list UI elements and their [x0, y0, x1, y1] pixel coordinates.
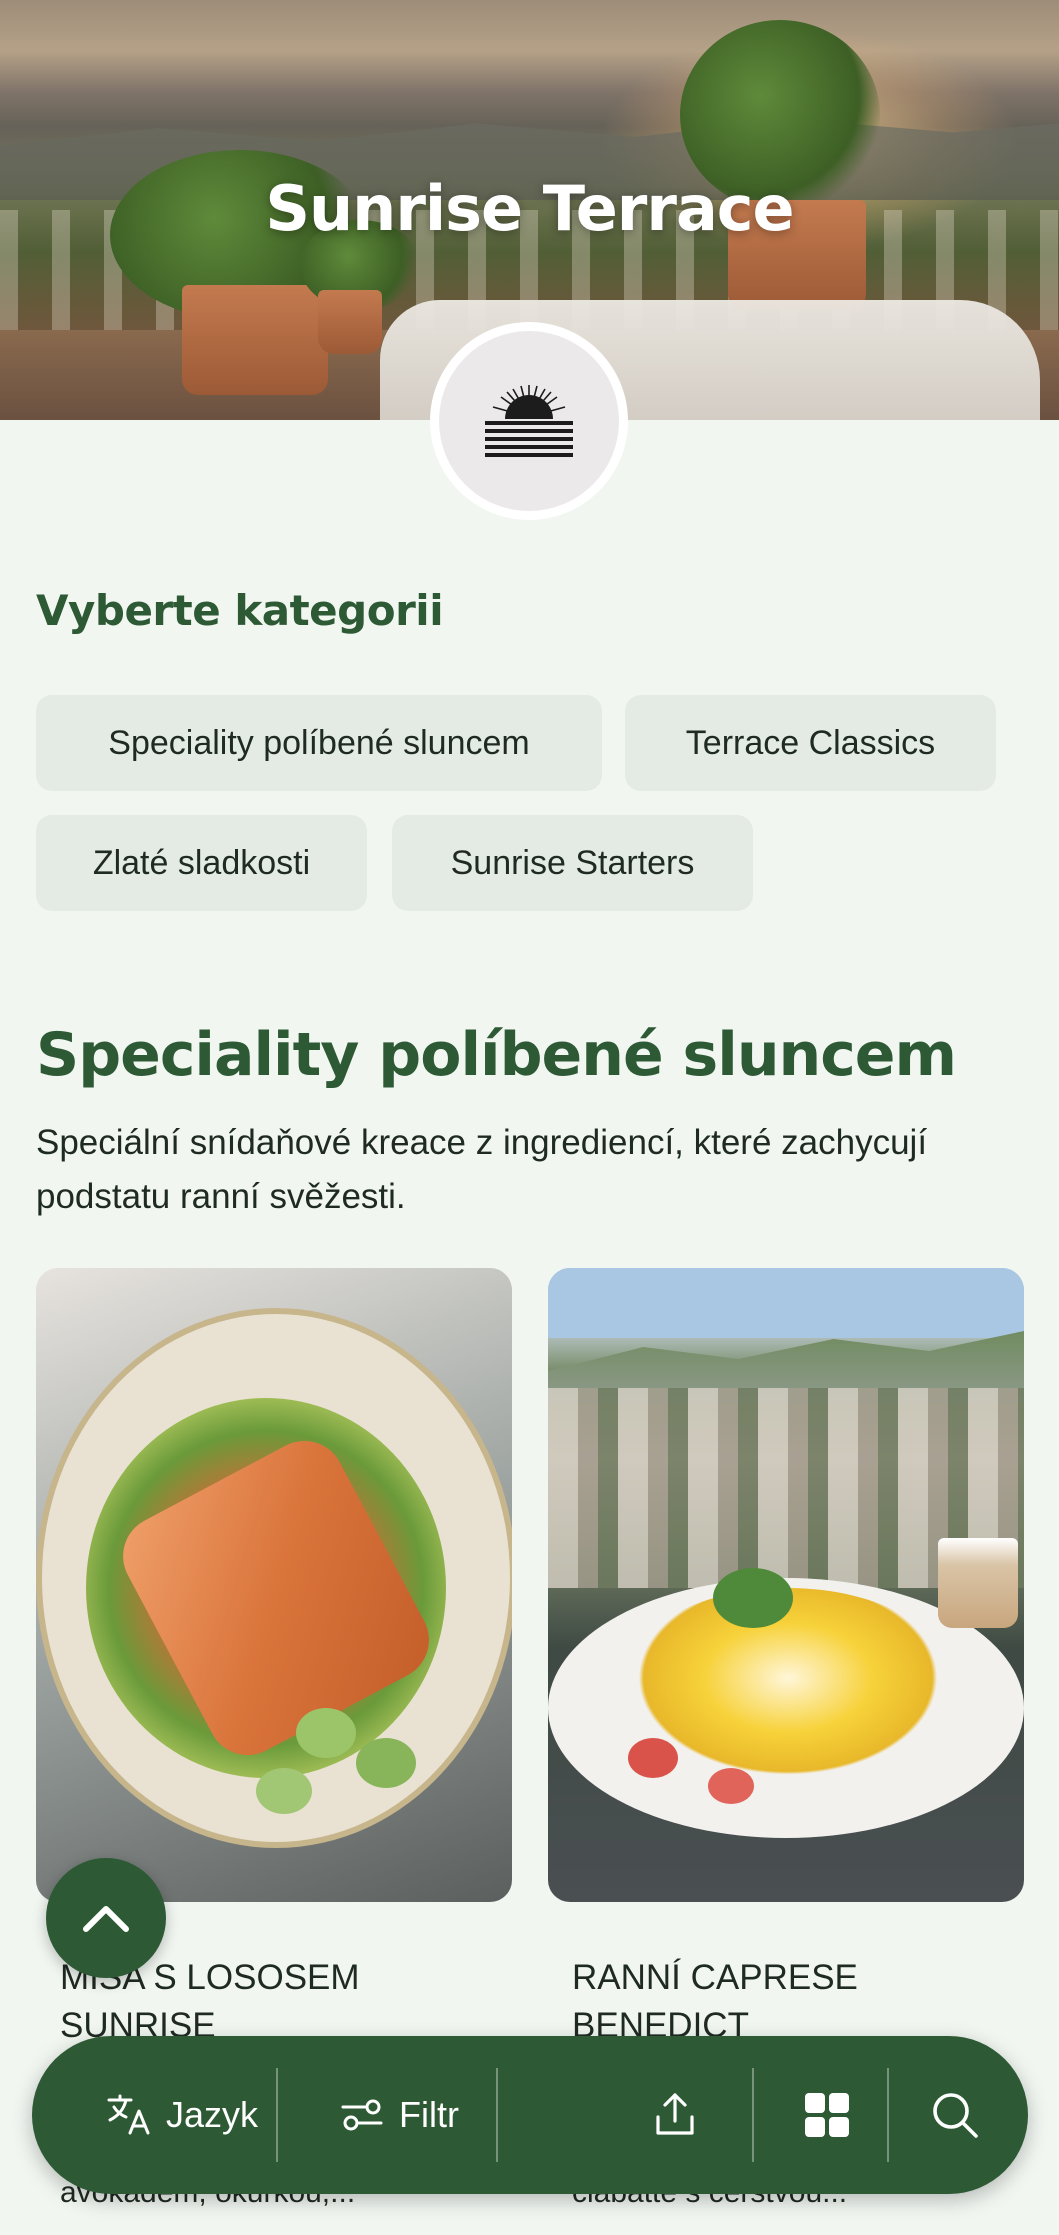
cucumber: [256, 1768, 312, 1814]
share-icon: [656, 2093, 694, 2135]
category-heading: Vyberte kategorii: [36, 586, 444, 635]
bottom-toolbar: Jazyk Filtr: [32, 2036, 1028, 2194]
grid-view-button[interactable]: [762, 2036, 892, 2194]
arrow-up-icon: [83, 1906, 129, 1932]
tomato: [628, 1738, 678, 1778]
filter-icon: [341, 2099, 383, 2131]
filter-button[interactable]: Filtr: [294, 2036, 504, 2194]
search-icon: [933, 2093, 978, 2138]
sky: [548, 1268, 1024, 1338]
grid-icon: [805, 2093, 849, 2137]
toolbar-divider: [752, 2068, 754, 2162]
cup: [938, 1538, 1018, 1628]
toolbar-divider: [496, 2068, 498, 2162]
language-button[interactable]: Jazyk: [72, 2036, 292, 2194]
hero-pot: [318, 290, 382, 354]
hero-pot: [182, 285, 328, 395]
section-description: Speciální snídaňové kreace z ingrediencí…: [36, 1123, 928, 1216]
category-chip-terrace-classics[interactable]: Terrace Classics: [625, 695, 996, 791]
section-title: Speciality políbené sluncem: [36, 1020, 957, 1090]
tomato: [708, 1768, 754, 1804]
translate-icon: [107, 2094, 150, 2135]
restaurant-title: Sunrise Terrace: [265, 172, 794, 245]
category-chip-speciality[interactable]: Speciality políbené sluncem: [36, 695, 602, 791]
restaurant-logo: [430, 322, 628, 520]
category-chip-sunrise-starters[interactable]: Sunrise Starters: [392, 815, 753, 911]
toolbar-divider: [276, 2068, 278, 2162]
category-chip-zlate-sladkosti[interactable]: Zlaté sladkosti: [36, 815, 367, 911]
cucumber: [296, 1708, 356, 1758]
toolbar-divider: [887, 2068, 889, 2162]
scroll-top-button[interactable]: [46, 1858, 166, 1978]
search-button[interactable]: [900, 2036, 1010, 2194]
dish-image-salmon-bowl[interactable]: [36, 1268, 512, 1902]
language-label: Jazyk: [165, 2094, 259, 2135]
dish-image-caprese-benedict[interactable]: [548, 1268, 1024, 1902]
basil: [713, 1568, 793, 1628]
share-button[interactable]: [620, 2036, 730, 2194]
filter-label: Filtr: [399, 2094, 459, 2135]
sunrise-logo-icon: [485, 385, 573, 457]
cucumber: [356, 1738, 416, 1788]
